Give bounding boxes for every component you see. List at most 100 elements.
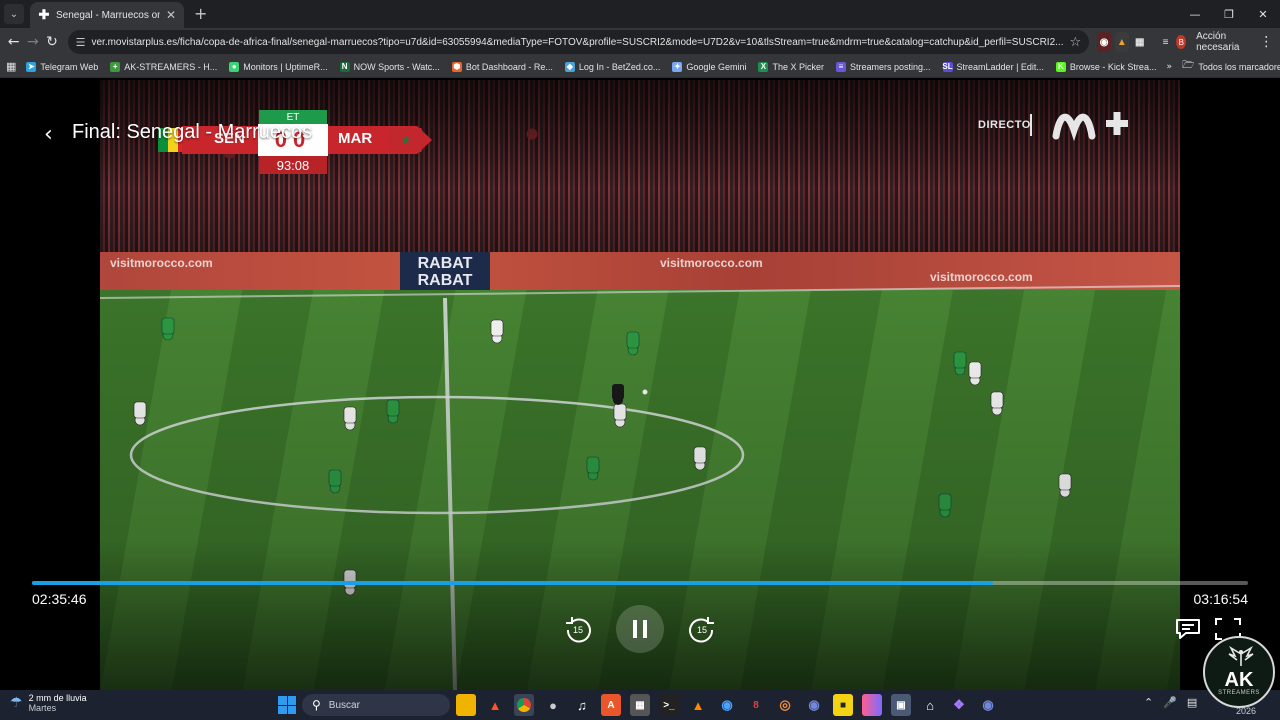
bookmark-item[interactable]: ✦ Google Gemini	[672, 61, 747, 72]
back-icon[interactable]: ←	[6, 31, 21, 53]
video-title: Final: Senegal - Marruecos	[72, 121, 313, 143]
player-back-icon[interactable]: ‹	[44, 122, 53, 147]
app-box-icon[interactable]: ⌂	[920, 694, 940, 716]
brave-icon[interactable]: ▲	[485, 694, 505, 716]
bookmark-favicon-icon: SL	[942, 61, 953, 72]
bookmark-label: Monitors | UptimeR...	[243, 61, 328, 72]
tray-chevron-icon[interactable]: ⌃	[1144, 696, 1153, 709]
taskbar-apps: ▲ ● ♫ A ▦ >_ ▲ ◉ 8 ◎ ◉ ■ ▣ ⌂ ❖ ◉	[456, 694, 998, 716]
chrome-icon[interactable]	[514, 694, 534, 716]
bookmark-label: AK-STREAMERS - H...	[124, 61, 218, 72]
bookmark-label: Browse - Kick Strea...	[1069, 61, 1157, 72]
all-bookmarks-label: Todos los marcadores	[1198, 61, 1280, 72]
apps-grid-icon[interactable]: ▦	[6, 60, 16, 73]
folder-icon: 🗁	[1181, 60, 1195, 71]
reload-icon[interactable]: ↻	[44, 31, 59, 53]
url-text[interactable]: ver.movistarplus.es/ficha/copa-de-africa…	[91, 37, 1063, 48]
forward-15-button[interactable]: 15	[680, 607, 724, 651]
microphone-icon[interactable]: 🎤	[1163, 696, 1177, 709]
app-yellow-icon[interactable]: ■	[833, 694, 853, 716]
bookmark-label: NOW Sports - Watc...	[353, 61, 440, 72]
taskbar-search[interactable]: ⚲ Buscar	[302, 694, 450, 716]
vlc-icon[interactable]: ▲	[688, 694, 708, 716]
tiktok-icon[interactable]: ♫	[572, 694, 592, 716]
minimize-icon[interactable]: —	[1178, 8, 1212, 21]
address-bar[interactable]: ☰ ver.movistarplus.es/ficha/copa-de-afri…	[67, 30, 1090, 54]
windows-taskbar: ☂ 2 mm de lluvia Martes ⚲ Buscar ▲ ● ♫ A…	[0, 690, 1280, 720]
watermark-subtext: STREAMERS	[1218, 690, 1260, 696]
browser-tabbar: ⌄ ✚ Senegal - Marruecos online - M ✕ + —…	[0, 0, 1280, 28]
bookmark-item[interactable]: SL StreamLadder | Edit...	[942, 61, 1044, 72]
bookmark-item[interactable]: X The X Picker	[758, 61, 824, 72]
browser-tab-active[interactable]: ✚ Senegal - Marruecos online - M ✕	[30, 2, 184, 28]
subtitles-icon[interactable]	[1174, 617, 1202, 641]
all-bookmarks-folder[interactable]: 🗁 Todos los marcadores	[1182, 58, 1280, 75]
file-explorer-icon[interactable]	[456, 694, 476, 716]
progress-bar[interactable]	[32, 581, 1248, 585]
obs-icon[interactable]: ●	[543, 694, 563, 716]
app-ring-icon[interactable]: ◎	[775, 694, 795, 716]
rewind-15-button[interactable]: 15	[556, 607, 600, 651]
app-purple-icon[interactable]: ❖	[949, 694, 969, 716]
close-tab-icon[interactable]: ✕	[166, 8, 176, 22]
app-gradient-icon[interactable]	[862, 694, 882, 716]
morocco-flag-icon: ★	[386, 128, 426, 152]
action-needed-button[interactable]: Acción necesaria	[1190, 31, 1255, 53]
bookmark-item[interactable]: ⬢ Bot Dashboard - Re...	[451, 61, 553, 72]
capture-icon[interactable]: ▦	[630, 694, 650, 716]
bookmark-label: Telegram Web	[40, 61, 99, 72]
bookmark-item[interactable]: K Browse - Kick Strea...	[1055, 61, 1157, 72]
rewind-icon: 15	[566, 617, 591, 643]
tab-search-icon[interactable]: ⌄	[4, 4, 24, 24]
windows-start-icon[interactable]	[278, 696, 296, 714]
progress-fill	[32, 581, 993, 585]
bookmark-favicon-icon: X	[758, 61, 769, 72]
weather-widget[interactable]: ☂ 2 mm de lluvia Martes	[10, 693, 87, 713]
bookmark-label: Bot Dashboard - Re...	[465, 61, 553, 72]
live-separator	[1030, 114, 1032, 136]
bookmark-label: StreamLadder | Edit...	[956, 61, 1044, 72]
new-tab-icon[interactable]: +	[194, 4, 207, 23]
forward-label: 15	[697, 625, 707, 635]
bookmark-label: Google Gemini	[686, 61, 747, 72]
bookmark-label: The X Picker	[772, 61, 824, 72]
app-a-icon[interactable]: A	[601, 694, 621, 716]
bookmark-item[interactable]: ➤ Telegram Web	[26, 61, 99, 72]
bookmark-item[interactable]: + AK-STREAMERS - H...	[110, 61, 218, 72]
profile-avatar[interactable]: B	[1176, 35, 1187, 49]
bookmark-star-icon[interactable]: ☆	[1069, 35, 1081, 50]
forward-icon[interactable]: →	[25, 31, 40, 53]
network-icon[interactable]: ▤	[1187, 696, 1197, 709]
bookmark-item[interactable]: ◈ Log In - BetZed.co...	[564, 61, 660, 72]
search-icon: ⚲	[312, 698, 321, 712]
bookmark-item[interactable]: N NOW Sports - Watc...	[339, 61, 440, 72]
pause-button[interactable]	[616, 605, 664, 653]
extensions-puzzle-icon[interactable]: ▦	[1133, 32, 1147, 52]
rewind-label: 15	[573, 625, 583, 635]
app-window-icon[interactable]: ▣	[891, 694, 911, 716]
watermark-text: AK	[1224, 669, 1254, 691]
site-info-icon[interactable]: ☰	[76, 36, 86, 49]
arc-icon[interactable]: ◉	[717, 694, 737, 716]
close-window-icon[interactable]: ✕	[1246, 8, 1280, 21]
movistar-plus-logo-icon	[1052, 112, 1128, 142]
pause-icon	[633, 620, 647, 638]
discord-2-icon[interactable]: ◉	[978, 694, 998, 716]
video-player[interactable]: visitmorocco.com visitmorocco.com visitm…	[0, 80, 1280, 690]
more-bookmarks-icon[interactable]: »	[1166, 62, 1172, 72]
extension-red-icon[interactable]: ◉	[1097, 32, 1111, 52]
fast-forward-icon: 15	[689, 617, 714, 643]
terminal-icon[interactable]: >_	[659, 694, 679, 716]
phoenix-icon	[1228, 646, 1254, 666]
bookmark-item[interactable]: ● Monitors | UptimeR...	[229, 61, 328, 72]
restore-icon[interactable]: ❐	[1212, 8, 1246, 21]
media-control-icon[interactable]: ≡	[1159, 32, 1173, 52]
bookmark-item[interactable]: ≡ Streamers posting...	[835, 61, 931, 72]
discord-icon[interactable]: ◉	[804, 694, 824, 716]
bookmark-favicon-icon: K	[1055, 61, 1066, 72]
app-8-icon[interactable]: 8	[746, 694, 766, 716]
bookmark-favicon-icon: ✦	[672, 61, 683, 72]
extension-orange-icon[interactable]: ▲	[1114, 32, 1129, 52]
bookmark-favicon-icon: +	[110, 61, 121, 72]
menu-kebab-icon[interactable]: ⋮	[1259, 31, 1274, 53]
